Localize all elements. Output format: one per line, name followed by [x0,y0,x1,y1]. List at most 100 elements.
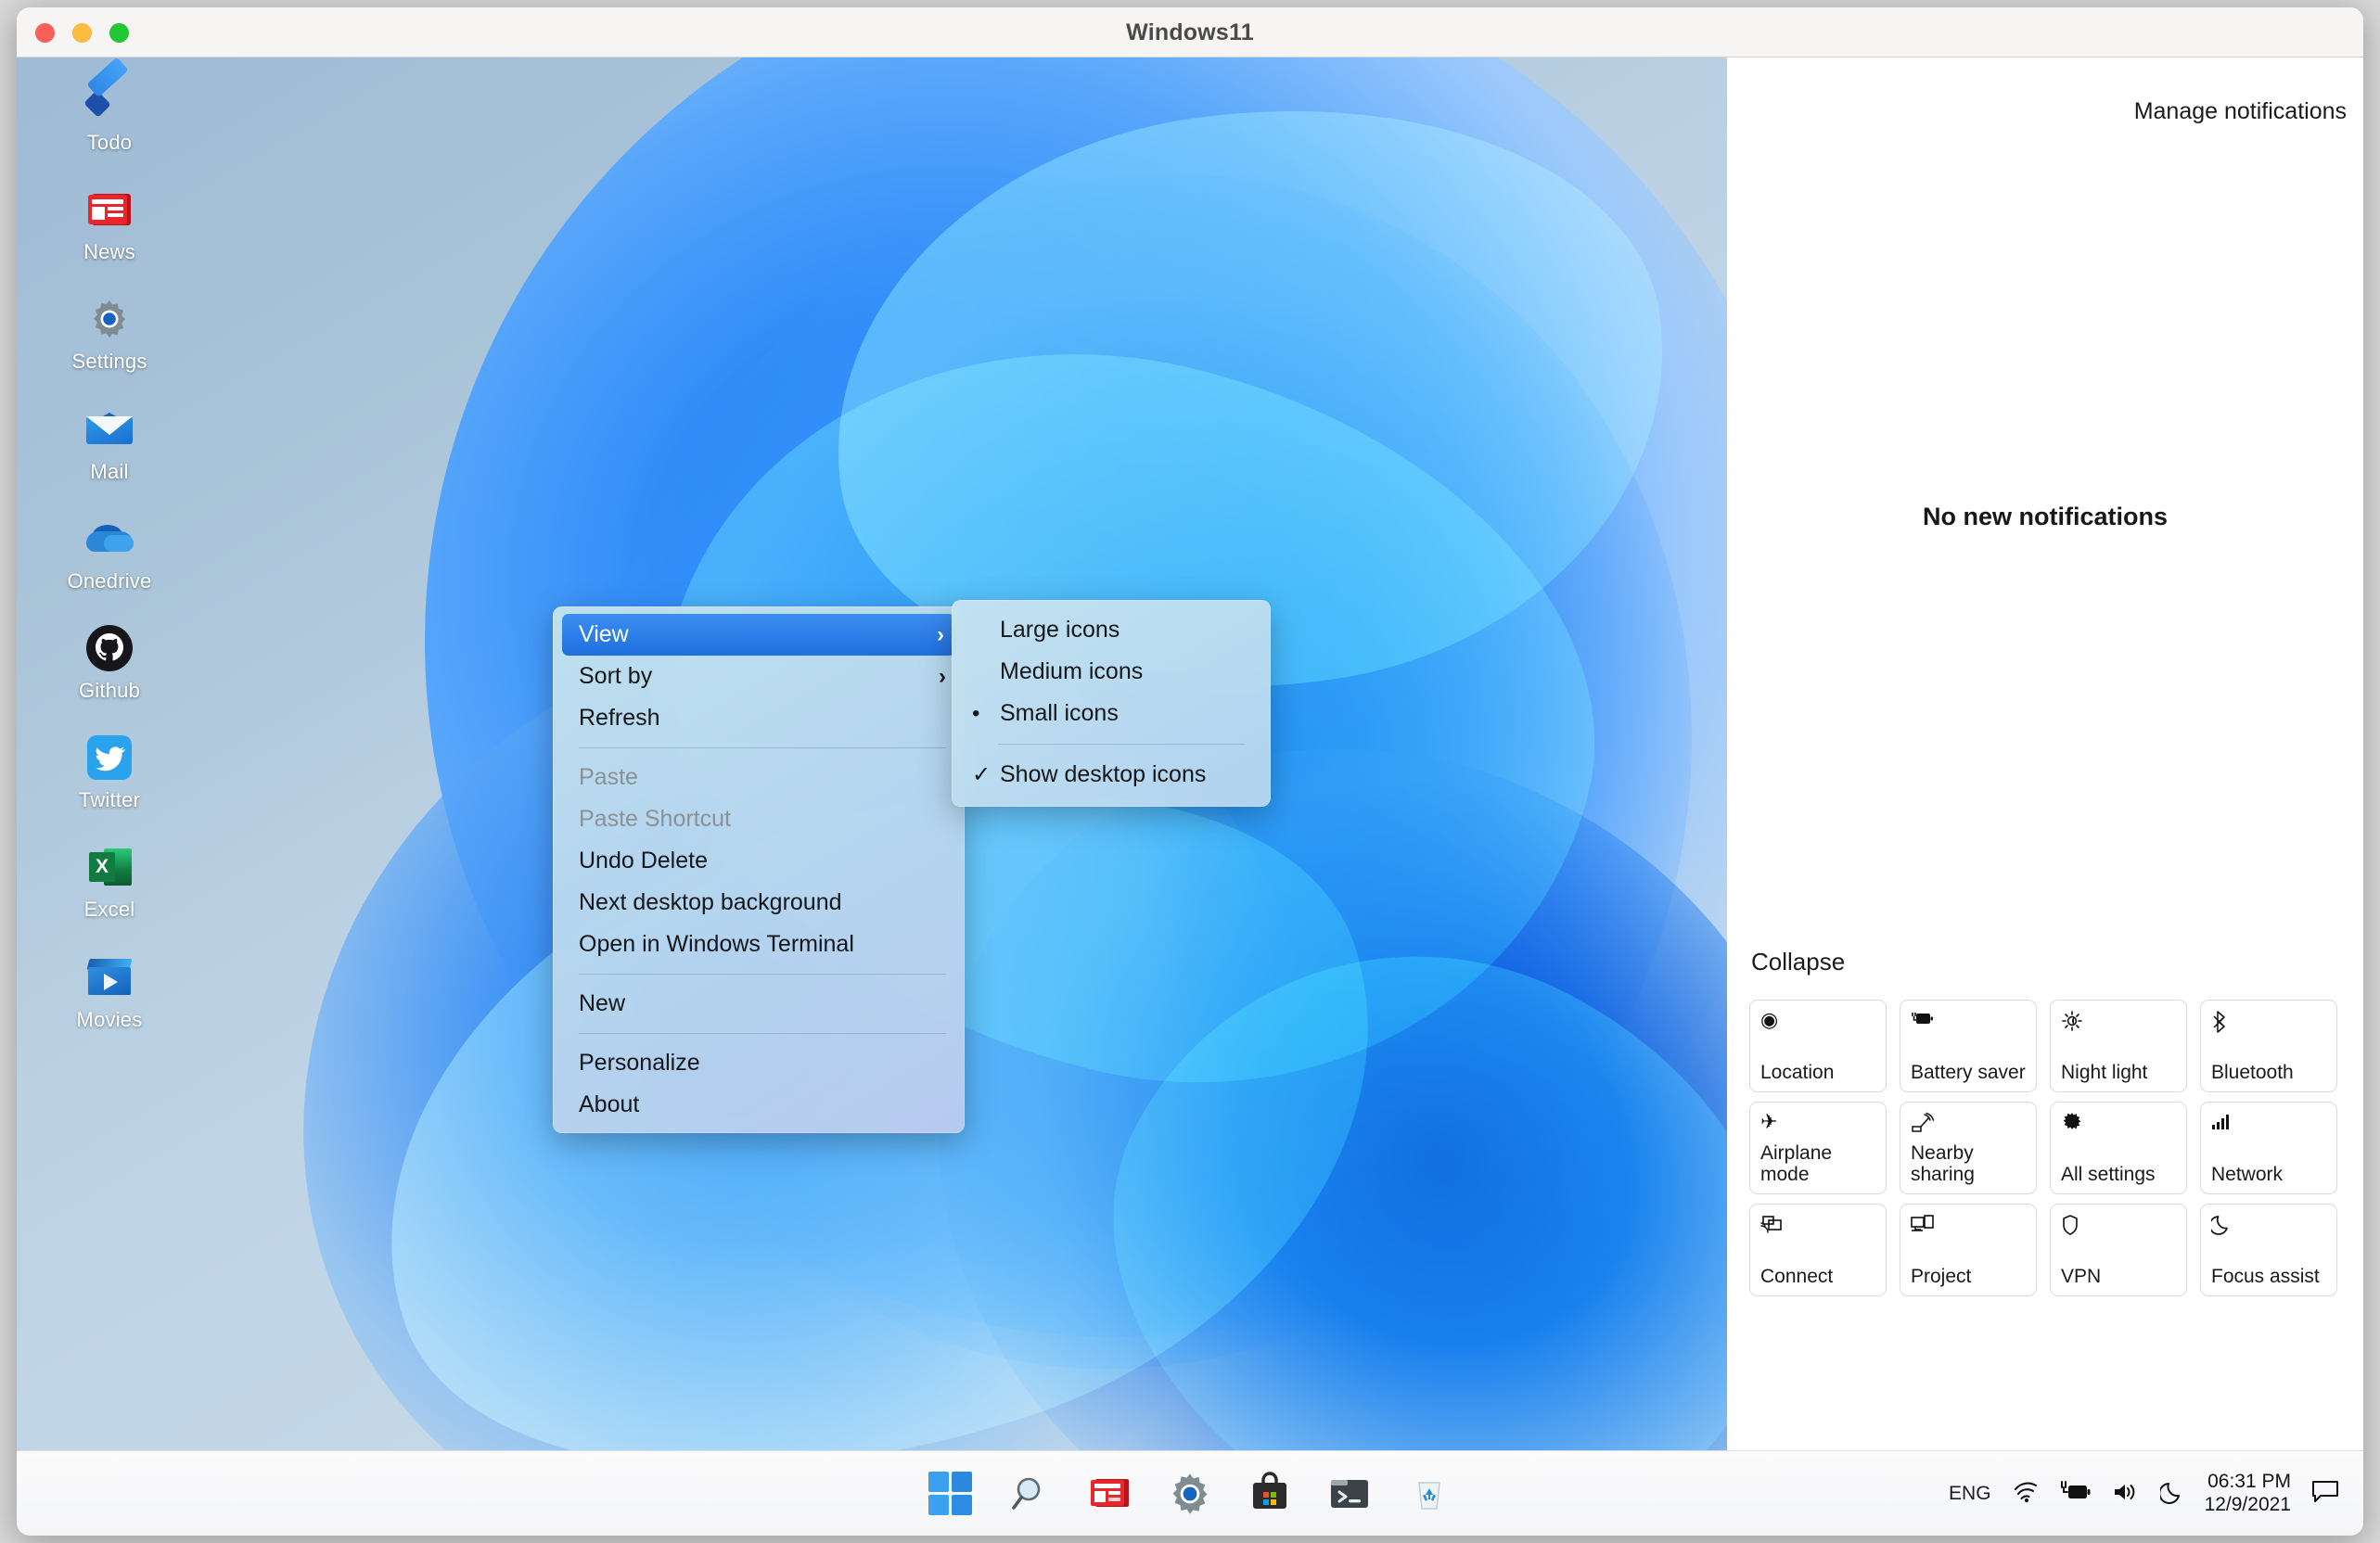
window-title: Windows11 [17,7,2363,57]
quick-tile-night-light[interactable]: Night light [2050,1000,2187,1092]
clock-date: 12/9/2021 [2205,1494,2291,1515]
desktop-icon-excel[interactable]: X Excel [50,837,169,923]
quick-settings-grid: ◉ Location Battery saver [1749,1000,2343,1296]
desktop-icon-github[interactable]: Github [50,618,169,704]
quick-tile-network[interactable]: Network [2200,1102,2337,1194]
taskbar-recycle-bin[interactable] [1405,1470,1453,1518]
quick-tile-label: Project [1911,1266,2028,1288]
context-menu-item-open-in-windows-terminal[interactable]: Open in Windows Terminal [553,924,965,965]
context-menu-item-new[interactable]: New [553,983,965,1025]
quick-tile-focus-assist[interactable]: Focus assist [2200,1204,2337,1296]
context-menu-item-paste-shortcut: Paste Shortcut [553,798,965,840]
radio-bullet-icon: • [972,693,979,734]
context-menu-item-label: Undo Delete [579,840,708,882]
context-menu-item-label: Paste [579,757,638,798]
taskbar: ENG [17,1450,2363,1536]
collapse-quick-settings-button[interactable]: Collapse [1751,948,1845,976]
twitter-bird-icon [83,732,135,784]
quick-tile-airplane-mode[interactable]: ✈ Airplane mode [1749,1102,1887,1194]
nearby-sharing-icon [1911,1112,2026,1136]
submenu-item-show-desktop-icons[interactable]: ✓ Show desktop icons [952,754,1271,796]
notification-center-panel: Manage notifications No new notification… [1727,57,2363,1450]
manage-notifications-link[interactable]: Manage notifications [2134,98,2347,125]
taskbar-clock[interactable]: 06:31 PM 12/9/2021 [2205,1471,2291,1517]
microsoft-store-icon [1246,1470,1294,1518]
quick-tile-label: Airplane mode [1760,1142,1878,1186]
context-menu-item-label: Personalize [579,1042,700,1084]
context-menu-item-label: View [579,614,629,656]
submenu-item-large-icons[interactable]: Large icons [952,609,1271,651]
desktop-icon-mail[interactable]: Mail [50,400,169,485]
moon-icon[interactable] [2160,1480,2184,1508]
submenu-item-medium-icons[interactable]: Medium icons [952,651,1271,693]
desktop-icon-onedrive[interactable]: Onedrive [50,509,169,594]
quick-tile-all-settings[interactable]: All settings [2050,1102,2187,1194]
todo-icon [83,74,135,126]
checkmark-icon: ✓ [972,754,991,796]
quick-tile-nearby-sharing[interactable]: Nearby sharing [1900,1102,2037,1194]
context-menu-separator [579,747,946,748]
news-icon [83,184,135,236]
airplane-icon: ✈ [1760,1112,1875,1136]
chevron-right-icon: › [939,666,946,688]
start-button[interactable] [927,1470,975,1518]
context-menu-item-label: Paste Shortcut [579,798,731,840]
desktop-icon-settings[interactable]: Settings [50,289,169,375]
desktop-icon-movies[interactable]: Movies [50,948,169,1033]
quick-tile-connect[interactable]: Connect [1749,1204,1887,1296]
desktop-icon-news[interactable]: News [50,180,169,265]
desktop-icon-label: News [83,241,135,263]
volume-icon[interactable] [2112,1481,2140,1507]
github-icon [83,622,135,674]
quick-tile-label: All settings [2061,1164,2179,1186]
view-submenu: Large icons Medium icons • Small icons ✓… [952,600,1271,807]
context-menu-separator [579,1033,946,1034]
chat-bubble-icon[interactable] [2311,1480,2339,1508]
connect-icon [1760,1214,1875,1238]
desktop-icon-todo[interactable]: Todo [50,70,169,156]
quick-tile-location[interactable]: ◉ Location [1749,1000,1887,1092]
submenu-item-label: Large icons [1000,617,1120,643]
desktop-surface[interactable]: Todo News [17,57,1727,1486]
wifi-icon[interactable] [2012,1480,2040,1508]
context-menu-item-label: Next desktop background [579,882,842,924]
context-menu-item-view[interactable]: View › [562,614,955,656]
context-menu-item-personalize[interactable]: Personalize [553,1042,965,1084]
submenu-item-label: Small icons [1000,700,1119,726]
context-menu-item-refresh[interactable]: Refresh [553,697,965,739]
settings-gear-icon [1166,1470,1214,1518]
quick-tile-bluetooth[interactable]: Bluetooth [2200,1000,2337,1092]
quick-tile-label: VPN [2061,1266,2179,1288]
vpn-shield-icon [2061,1214,2176,1238]
context-menu-item-label: Open in Windows Terminal [579,924,854,965]
battery-icon[interactable] [2060,1481,2092,1507]
context-menu-item-next-desktop-background[interactable]: Next desktop background [553,882,965,924]
desktop-icon-twitter[interactable]: Twitter [50,728,169,813]
context-menu-item-sort-by[interactable]: Sort by › [553,656,965,697]
context-menu-item-about[interactable]: About [553,1084,965,1126]
app-window: Windows11 Todo [17,7,2363,1536]
location-icon: ◉ [1760,1010,1875,1034]
taskbar-settings-app[interactable] [1166,1470,1214,1518]
network-signal-icon [2211,1112,2326,1136]
context-menu-item-label: About [579,1084,639,1126]
context-menu-item-undo-delete[interactable]: Undo Delete [553,840,965,882]
taskbar-terminal-app[interactable] [1325,1470,1374,1518]
quick-tile-label: Night light [2061,1062,2179,1084]
taskbar-store-app[interactable] [1246,1470,1294,1518]
quick-tile-label: Focus assist [2211,1266,2329,1288]
search-magnifier-icon [1006,1470,1055,1518]
submenu-item-small-icons[interactable]: • Small icons [952,693,1271,734]
excel-icon: X [83,841,135,893]
taskbar-news-app[interactable] [1086,1470,1134,1518]
quick-tile-vpn[interactable]: VPN [2050,1204,2187,1296]
chevron-right-icon: › [937,624,944,646]
recycle-bin-icon [1405,1470,1453,1518]
language-indicator[interactable]: ENG [1949,1483,1991,1505]
quick-tile-label: Network [2211,1164,2329,1186]
quick-tile-battery-saver[interactable]: Battery saver [1900,1000,2037,1092]
quick-tile-project[interactable]: Project [1900,1204,2037,1296]
search-button[interactable] [1006,1470,1055,1518]
focus-assist-moon-icon [2211,1214,2326,1238]
submenu-separator [998,744,1245,745]
